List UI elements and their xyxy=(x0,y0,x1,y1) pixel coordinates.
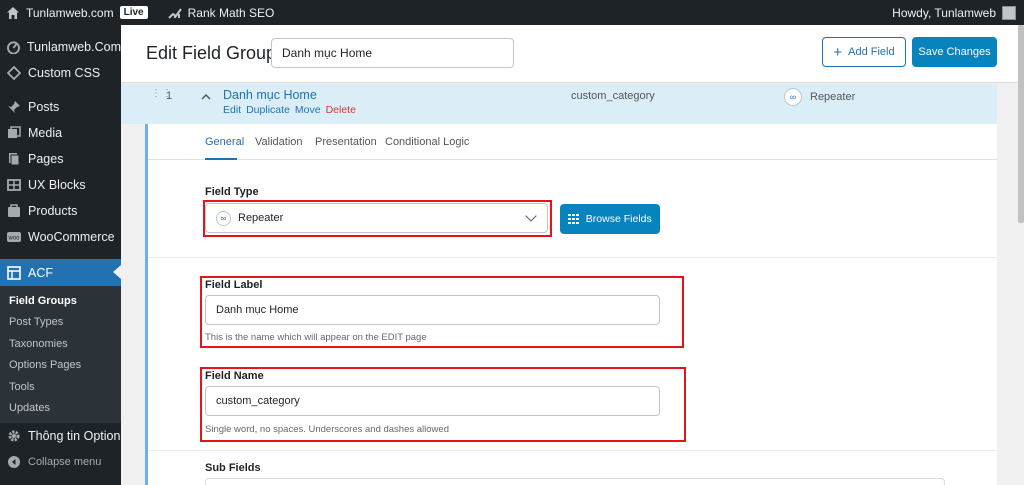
dashboard-icon xyxy=(7,41,20,54)
acf-icon xyxy=(7,265,21,280)
sidebar-item-pages[interactable]: Pages xyxy=(0,146,121,172)
drag-handle-icon[interactable]: ⋮⋮ xyxy=(151,89,172,103)
my-account[interactable]: Howdy, Tunlamweb xyxy=(892,0,1016,25)
edit-header: Edit Field Group Danh mục Home + Add Fie… xyxy=(121,25,1018,83)
live-badge: Live xyxy=(119,6,148,19)
scrollbar-thumb[interactable] xyxy=(1018,25,1024,223)
scrollbar[interactable] xyxy=(1018,25,1024,485)
tab-validation[interactable]: Validation xyxy=(255,136,303,148)
settings-tabs: General Validation Presentation Conditio… xyxy=(148,124,997,160)
highlight-box-field-name xyxy=(200,367,686,442)
tab-conditional-logic[interactable]: Conditional Logic xyxy=(385,136,469,148)
sidebar-item-label: Media xyxy=(28,126,63,140)
field-row[interactable]: ⋮⋮ 1 Danh mục Home Edit Duplicate Move D… xyxy=(121,84,997,124)
woo-icon: woo xyxy=(7,232,21,242)
sidebar-item-media[interactable]: Media xyxy=(0,120,121,146)
home-icon xyxy=(7,6,19,19)
svg-text:woo: woo xyxy=(7,236,20,242)
chevron-up-icon[interactable] xyxy=(201,92,211,102)
avatar xyxy=(1002,5,1016,20)
sub-fields-label: Sub Fields xyxy=(205,462,261,474)
sidebar-item-label: Tunlamweb.Com xyxy=(26,40,121,54)
sidebar-item-acf[interactable]: ACF xyxy=(0,259,121,286)
field-type-label: Field Type xyxy=(205,186,259,198)
submenu-updates[interactable]: Updates xyxy=(0,398,121,420)
sidebar-item-dashboard[interactable]: Tunlamweb.Com xyxy=(0,34,121,60)
sidebar-item-posts[interactable]: Posts xyxy=(0,94,121,120)
browse-fields-button[interactable]: Browse Fields xyxy=(560,204,660,234)
browse-fields-label: Browse Fields xyxy=(585,213,652,225)
save-changes-button[interactable]: Save Changes xyxy=(912,37,997,67)
submenu-options-pages[interactable]: Options Pages xyxy=(0,355,121,377)
rank-math-icon xyxy=(167,7,182,19)
add-field-button[interactable]: + Add Field xyxy=(822,37,906,67)
pin-icon xyxy=(8,101,20,113)
site-name: Tunlamweb.com xyxy=(26,5,114,20)
blocks-icon xyxy=(7,179,21,191)
divider xyxy=(148,450,997,451)
divider xyxy=(148,257,997,258)
field-row-label[interactable]: Danh mục Home xyxy=(223,88,317,102)
pages-icon xyxy=(9,153,20,166)
edit-link[interactable]: Edit xyxy=(223,104,241,116)
admin-bar: Tunlamweb.com Live Rank Math SEO Howdy, … xyxy=(0,0,1024,25)
sidebar-item-label: UX Blocks xyxy=(28,178,86,192)
sidebar-item-label: Thông tin Option xyxy=(28,429,121,443)
duplicate-link[interactable]: Duplicate xyxy=(246,104,290,116)
rank-math-label: Rank Math SEO xyxy=(187,5,275,20)
sidebar-item-label: Posts xyxy=(28,100,60,114)
rank-math-link[interactable]: Rank Math SEO xyxy=(162,0,281,25)
delete-link[interactable]: Delete xyxy=(326,104,356,116)
plus-icon: + xyxy=(833,43,843,61)
field-row-type: ∞ Repeater xyxy=(784,88,855,106)
page-title: Edit Field Group xyxy=(146,43,277,63)
sidebar-item-products[interactable]: Products xyxy=(0,198,121,224)
collapse-menu-button[interactable]: Collapse menu xyxy=(0,449,121,475)
field-group-title-input[interactable]: Danh mục Home xyxy=(271,38,514,68)
submenu-taxonomies[interactable]: Taxonomies xyxy=(0,333,121,355)
acf-submenu: Field Groups Post Types Taxonomies Optio… xyxy=(0,286,121,423)
media-icon xyxy=(8,126,21,138)
sidebar-item-ux-blocks[interactable]: UX Blocks xyxy=(0,172,121,198)
sidebar-item-label: WooCommerce xyxy=(28,230,115,244)
greeting: Howdy, Tunlamweb xyxy=(892,5,996,20)
field-row-name: custom_category xyxy=(571,90,655,102)
tab-general[interactable]: General xyxy=(205,136,244,148)
sidebar-item-label: Pages xyxy=(28,152,64,166)
repeater-icon: ∞ xyxy=(784,88,802,106)
submenu-post-types[interactable]: Post Types xyxy=(0,312,121,334)
collapse-label: Collapse menu xyxy=(28,456,102,468)
field-settings-panel: General Validation Presentation Conditio… xyxy=(145,124,997,485)
gear-icon xyxy=(8,430,20,442)
sub-fields-table xyxy=(205,478,945,485)
move-link[interactable]: Move xyxy=(295,104,321,116)
submenu-tools[interactable]: Tools xyxy=(0,376,121,398)
sidebar-item-thong-tin-option[interactable]: Thông tin Option xyxy=(0,423,121,449)
diamond-icon xyxy=(7,66,21,80)
products-icon xyxy=(8,204,20,217)
highlight-box-field-type xyxy=(203,200,552,237)
field-row-type-label: Repeater xyxy=(810,91,856,103)
collapse-icon xyxy=(8,456,20,468)
tab-presentation[interactable]: Presentation xyxy=(315,136,377,148)
sidebar-item-label: Products xyxy=(28,204,78,218)
sidebar-item-label: ACF xyxy=(28,265,53,280)
grid-icon xyxy=(568,213,579,225)
active-tab-indicator xyxy=(205,158,237,160)
site-home-link[interactable]: Tunlamweb.com Live xyxy=(0,0,154,25)
submenu-field-groups[interactable]: Field Groups xyxy=(0,290,121,312)
add-field-label: Add Field xyxy=(848,46,895,58)
sidebar-item-custom-css[interactable]: Custom CSS xyxy=(0,60,121,86)
field-row-actions: Edit Duplicate Move Delete xyxy=(223,104,356,116)
admin-sidebar: Tunlamweb.Com Custom CSS Posts Media Pag… xyxy=(0,25,121,485)
field-order: 1 xyxy=(166,90,173,102)
highlight-box-field-label xyxy=(200,276,684,348)
sidebar-item-label: Custom CSS xyxy=(28,66,101,80)
sidebar-item-woocommerce[interactable]: woo WooCommerce xyxy=(0,224,121,250)
